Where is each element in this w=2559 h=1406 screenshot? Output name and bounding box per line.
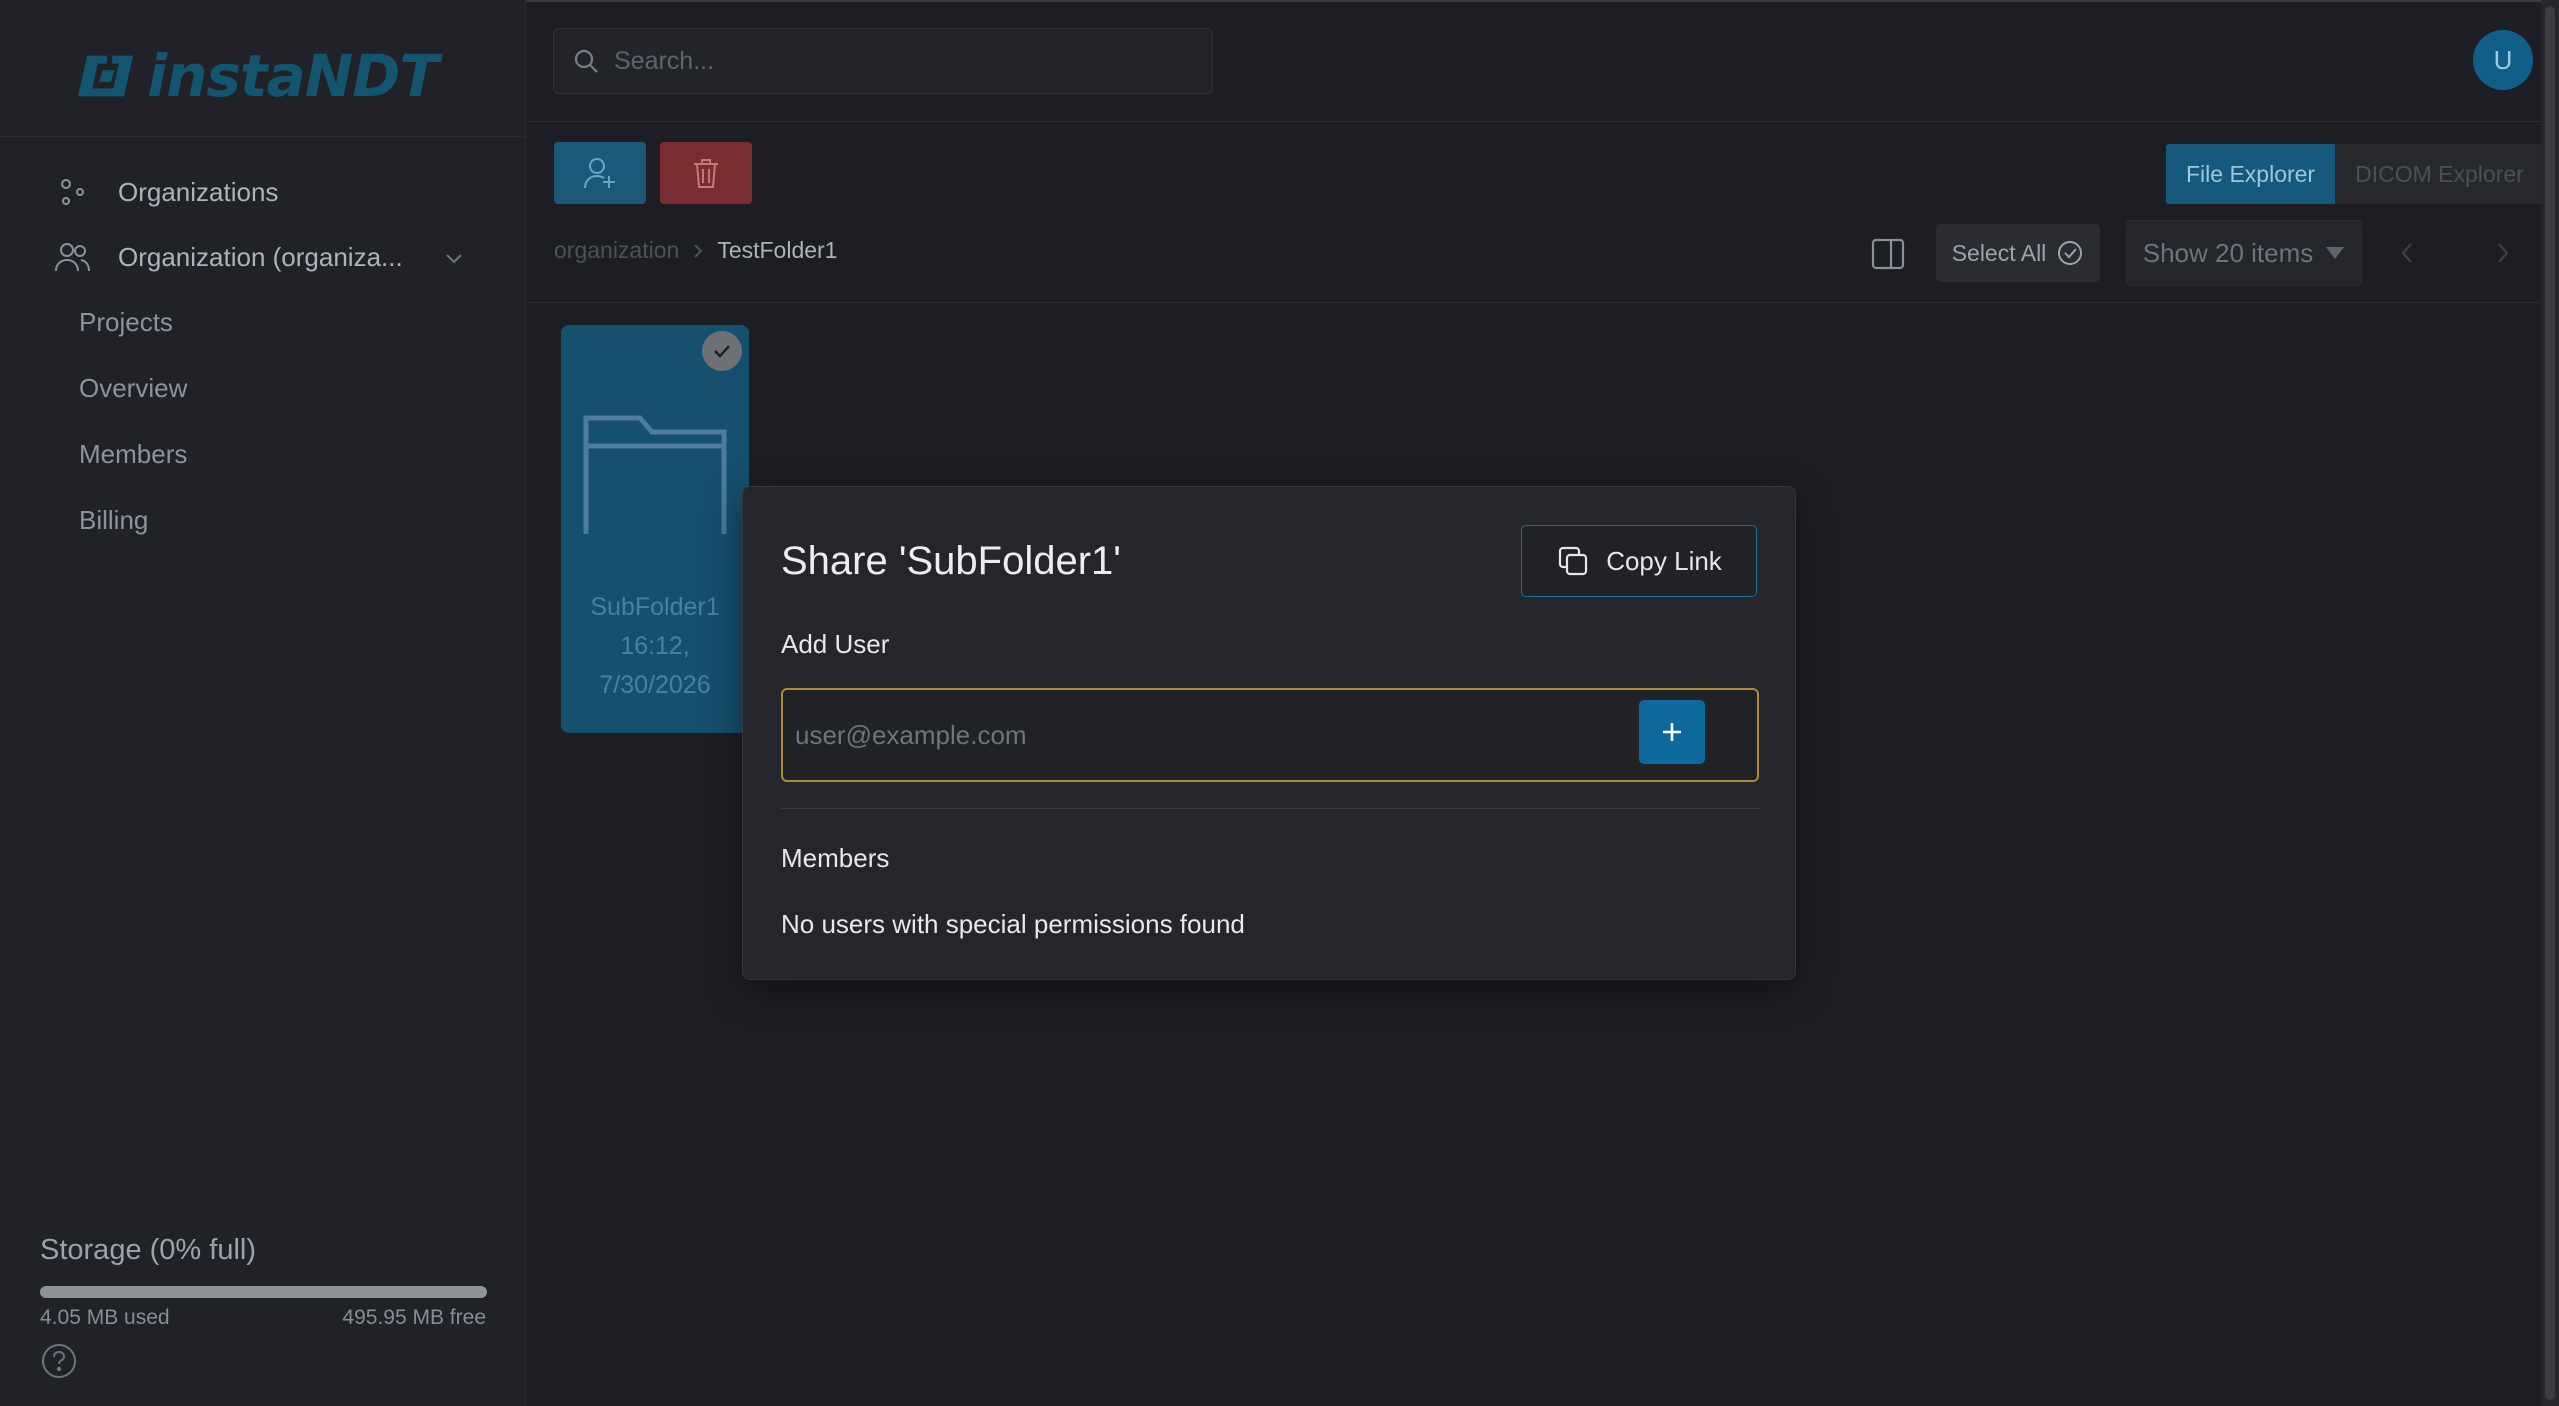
email-input[interactable] [795, 719, 1635, 751]
copy-icon [1559, 546, 1588, 576]
folder-time: 16:12, [620, 632, 690, 660]
check-circle-icon [2058, 241, 2083, 265]
email-field[interactable] [781, 688, 1759, 782]
share-add-user-button[interactable] [554, 142, 646, 204]
select-all-button[interactable]: Select All [1936, 224, 2100, 282]
share-dialog: Share 'SubFolder1' Copy Link Add User Me… [742, 486, 1796, 980]
sidebar-item-members[interactable]: Members [79, 439, 187, 470]
help-icon[interactable] [40, 1342, 78, 1380]
folder-icon [583, 415, 727, 534]
sidebar-item-label: Members [79, 439, 188, 469]
trash-icon [694, 159, 718, 188]
logo-text: instaNDT [147, 42, 439, 110]
sidebar-item-label: Billing [79, 505, 149, 535]
search-icon [574, 49, 598, 73]
page-size-label: Show 20 items [2142, 237, 2314, 268]
add-user-heading: Add User [781, 629, 890, 659]
users-icon [54, 239, 90, 275]
tab-dicom-explorer[interactable]: DICOM Explorer [2335, 144, 2544, 204]
sidebar-item-label: Overview [79, 373, 188, 403]
sidebar-item-billing[interactable]: Billing [79, 505, 148, 536]
members-heading: Members [781, 843, 890, 873]
dialog-title: Share 'SubFolder1' [781, 539, 1121, 583]
storage-title: Storage (0% full) [40, 1234, 256, 1266]
breadcrumb-item-organization[interactable]: organization [554, 237, 679, 264]
selected-check-icon[interactable] [702, 331, 742, 371]
plus-icon [1663, 723, 1681, 741]
sidebar-item-overview[interactable]: Overview [79, 373, 187, 404]
instandt-logo-icon [78, 55, 134, 97]
content-divider [527, 302, 2559, 303]
explorer-view-toggle: File Explorer DICOM Explorer [2166, 144, 2544, 204]
storage-free: 495.95 MB free [342, 1306, 486, 1329]
dialog-divider [781, 808, 1759, 809]
user-plus-icon [584, 158, 615, 189]
sidebar-item-organizations[interactable]: Organizations [54, 174, 278, 210]
sidebar-item-organization[interactable]: Organization (organiza... [54, 239, 403, 275]
chevron-left-icon[interactable] [2394, 238, 2422, 268]
empty-members-message: No users with special permissions found [781, 909, 1245, 939]
topbar: U [527, 0, 2559, 122]
sidebar-item-label: Organizations [118, 176, 279, 207]
copy-link-button[interactable]: Copy Link [1521, 525, 1757, 597]
organizations-icon [54, 174, 90, 210]
copy-link-label: Copy Link [1606, 545, 1722, 576]
user-avatar[interactable]: U [2473, 30, 2533, 90]
breadcrumb-item-current[interactable]: TestFolder1 [717, 237, 837, 264]
storage-progress-bar [40, 1286, 487, 1298]
sidebar-item-label: Projects [79, 307, 173, 337]
add-user-button[interactable] [1639, 700, 1705, 764]
sidebar: instaNDT Organizations Organization (org… [0, 0, 526, 1406]
tab-file-explorer[interactable]: File Explorer [2166, 144, 2336, 204]
scrollbar-thumb[interactable] [2545, 6, 2555, 1400]
search-box[interactable] [553, 28, 1213, 94]
delete-button[interactable] [660, 142, 752, 204]
breadcrumb: organization TestFolder1 [554, 237, 837, 264]
search-input[interactable] [614, 46, 1194, 76]
folder-name: SubFolder1 [590, 593, 720, 621]
select-all-label: Select All [1951, 239, 2047, 266]
sidebar-item-label: Organization (organiza... [118, 241, 403, 272]
sidebar-item-projects[interactable]: Projects [79, 307, 173, 338]
chevron-right-icon[interactable] [2488, 238, 2516, 268]
sidebar-divider [0, 136, 526, 137]
caret-down-icon [2326, 247, 2345, 259]
storage-used: 4.05 MB used [40, 1306, 170, 1329]
page-size-select[interactable]: Show 20 items [2126, 220, 2362, 286]
folder-date: 7/30/2026 [599, 671, 711, 699]
scrollbar[interactable] [2541, 0, 2559, 1406]
chevron-right-icon [694, 243, 703, 258]
chevron-down-icon[interactable] [440, 244, 468, 272]
app-logo[interactable]: instaNDT [78, 40, 439, 112]
side-panel-toggle-icon[interactable] [1870, 236, 1906, 272]
